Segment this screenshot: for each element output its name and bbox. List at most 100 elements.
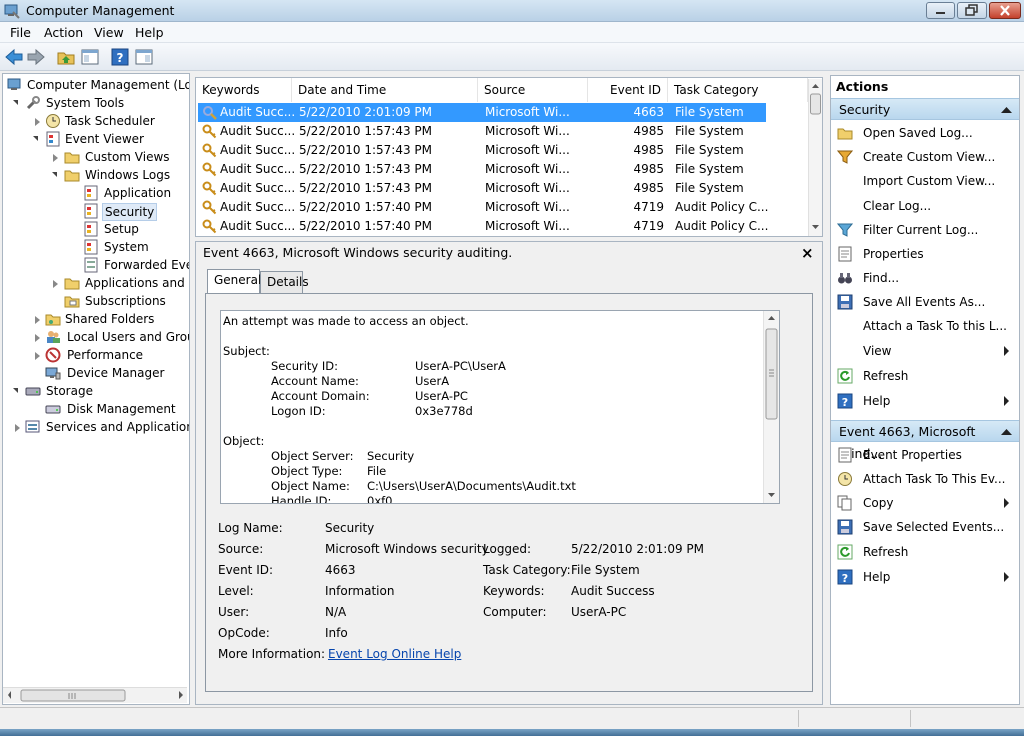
cell-task-category: Audit Policy C... xyxy=(675,200,769,214)
folder-icon xyxy=(64,149,80,165)
action-save-all-events[interactable]: Save All Events As... xyxy=(835,292,1015,312)
description-scrollbar[interactable] xyxy=(763,311,779,503)
tab-details[interactable]: Details xyxy=(260,271,309,293)
actions-section-security[interactable]: Security xyxy=(831,98,1019,120)
menu-action[interactable]: Action xyxy=(44,25,83,40)
back-arrow-icon[interactable] xyxy=(4,47,26,67)
tree-label: Shared Folders xyxy=(65,312,155,326)
tree-node-system[interactable]: System xyxy=(5,238,189,256)
tree-node-shared-folders[interactable]: Shared Folders xyxy=(5,310,189,328)
action-attach-task-to-event[interactable]: Attach Task To This Ev... xyxy=(835,469,1015,489)
expand-arrow-icon[interactable] xyxy=(35,352,40,360)
event-row[interactable]: Audit Succ... 5/22/2010 1:57:43 PM Micro… xyxy=(198,160,804,179)
event-row[interactable]: Audit Succ... 5/22/2010 1:57:43 PM Micro… xyxy=(198,141,804,160)
collapse-section-icon[interactable] xyxy=(1001,106,1012,114)
event-row[interactable]: Audit Succ... 5/22/2010 1:57:43 PM Micro… xyxy=(198,122,804,141)
cell-task-category: File System xyxy=(675,105,744,119)
tree-node-forwarded-events[interactable]: Forwarded Event xyxy=(5,256,189,274)
tree-node-services-applications[interactable]: Services and Applications xyxy=(5,418,189,436)
action-clear-log[interactable]: Clear Log... xyxy=(835,196,1015,216)
collapse-section-icon[interactable] xyxy=(1001,428,1012,436)
tree-label: Computer Management (Local xyxy=(27,78,190,92)
tree-node-system-tools[interactable]: System Tools xyxy=(5,94,189,112)
restore-button[interactable] xyxy=(957,2,987,19)
cell-keywords: Audit Succ... xyxy=(220,143,294,157)
tree-node-subscriptions[interactable]: Subscriptions xyxy=(5,292,189,310)
tree-node-security[interactable]: Security xyxy=(5,202,189,221)
show-hide-tree-icon[interactable] xyxy=(80,47,102,67)
action-filter-current-log[interactable]: Filter Current Log... xyxy=(835,220,1015,240)
show-hide-action-pane-icon[interactable] xyxy=(134,47,156,67)
event-row[interactable]: Audit Succ... 5/22/2010 1:57:40 PM Micro… xyxy=(198,217,804,236)
expand-arrow-icon[interactable] xyxy=(53,280,58,288)
up-folder-icon[interactable] xyxy=(56,47,78,67)
event-list-scrollbar[interactable] xyxy=(808,79,822,236)
desc-label: Handle ID: xyxy=(271,494,332,504)
action-find[interactable]: Find... xyxy=(835,268,1015,288)
action-view[interactable]: View xyxy=(835,341,1015,361)
expand-arrow-icon[interactable] xyxy=(35,316,40,324)
collapse-arrow-icon[interactable] xyxy=(13,100,18,105)
tree-node-task-scheduler[interactable]: Task Scheduler xyxy=(5,112,189,130)
minimize-button[interactable] xyxy=(926,2,955,19)
tree-node-event-viewer[interactable]: Event Viewer xyxy=(5,130,189,148)
collapse-arrow-icon[interactable] xyxy=(13,388,18,393)
column-header-task-category[interactable]: Task Category xyxy=(668,78,808,102)
event-row[interactable]: Audit Succ... 5/22/2010 2:01:09 PM Micro… xyxy=(198,103,766,122)
action-copy[interactable]: Copy xyxy=(835,493,1015,513)
action-label: Find... xyxy=(863,271,900,285)
action-help-event[interactable]: ? Help xyxy=(835,567,1015,587)
collapse-arrow-icon[interactable] xyxy=(52,172,57,177)
action-import-custom-view[interactable]: Import Custom View... xyxy=(835,171,1015,191)
close-button[interactable] xyxy=(989,2,1021,19)
tab-general[interactable]: General xyxy=(207,269,261,294)
cell-task-category: File System xyxy=(675,143,744,157)
action-event-properties[interactable]: Event Properties xyxy=(835,445,1015,465)
tree-node-disk-management[interactable]: Disk Management xyxy=(5,400,189,418)
tree-node-device-manager[interactable]: Device Manager xyxy=(5,364,189,382)
tree-node-windows-logs[interactable]: Windows Logs xyxy=(5,166,189,184)
event-description-box[interactable]: An attempt was made to access an object.… xyxy=(220,310,780,504)
menu-view[interactable]: View xyxy=(94,25,124,40)
action-refresh-event[interactable]: Refresh xyxy=(835,542,1015,562)
expand-arrow-icon[interactable] xyxy=(35,334,40,342)
action-save-selected-events[interactable]: Save Selected Events... xyxy=(835,517,1015,537)
action-refresh[interactable]: Refresh xyxy=(835,366,1015,386)
action-create-custom-view[interactable]: Create Custom View... xyxy=(835,147,1015,167)
expand-arrow-icon[interactable] xyxy=(15,424,20,432)
help-icon[interactable]: ? xyxy=(110,47,132,67)
menu-file[interactable]: File xyxy=(10,25,31,40)
action-label: Copy xyxy=(863,496,894,510)
desc-label: Security ID: xyxy=(271,359,339,373)
event-log-online-help-link[interactable]: Event Log Online Help xyxy=(328,647,461,661)
tree-node-applications-and-services[interactable]: Applications and Se xyxy=(5,274,189,292)
column-header-keywords[interactable]: Keywords xyxy=(196,78,292,102)
action-help[interactable]: ? Help xyxy=(835,391,1015,411)
expand-arrow-icon[interactable] xyxy=(53,154,58,162)
action-attach-task-to-log[interactable]: Attach a Task To this L... xyxy=(835,316,1015,336)
column-header-event-id[interactable]: Event ID xyxy=(588,78,668,102)
tree-node-setup[interactable]: Setup xyxy=(5,220,189,238)
forward-arrow-icon[interactable] xyxy=(26,47,48,67)
close-detail-icon[interactable]: × xyxy=(801,244,814,262)
tree-node-storage[interactable]: Storage xyxy=(5,382,189,400)
event-row[interactable]: Audit Succ... 5/22/2010 1:57:40 PM Micro… xyxy=(198,198,804,217)
action-properties[interactable]: Properties xyxy=(835,244,1015,264)
column-header-date-time[interactable]: Date and Time xyxy=(292,78,478,102)
menu-help[interactable]: Help xyxy=(135,25,164,40)
column-header-source[interactable]: Source xyxy=(478,78,588,102)
tree-node-computer-management[interactable]: Computer Management (Local xyxy=(5,76,190,94)
desc-object: Object: xyxy=(223,434,265,448)
cell-event-id: 4719 xyxy=(633,200,664,214)
action-open-saved-log[interactable]: Open Saved Log... xyxy=(835,123,1015,143)
tree-horizontal-scrollbar[interactable] xyxy=(3,687,187,703)
action-label: Refresh xyxy=(863,369,909,383)
expand-arrow-icon[interactable] xyxy=(35,118,40,126)
tree-node-local-users-groups[interactable]: Local Users and Groups xyxy=(5,328,189,346)
tree-node-application[interactable]: Application xyxy=(5,184,189,202)
tree-node-performance[interactable]: Performance xyxy=(5,346,189,364)
tree-node-custom-views[interactable]: Custom Views xyxy=(5,148,189,166)
collapse-arrow-icon[interactable] xyxy=(33,136,38,141)
actions-section-event[interactable]: Event 4663, Microsoft Wind... xyxy=(831,420,1019,461)
event-row[interactable]: Audit Succ... 5/22/2010 1:57:43 PM Micro… xyxy=(198,179,804,198)
